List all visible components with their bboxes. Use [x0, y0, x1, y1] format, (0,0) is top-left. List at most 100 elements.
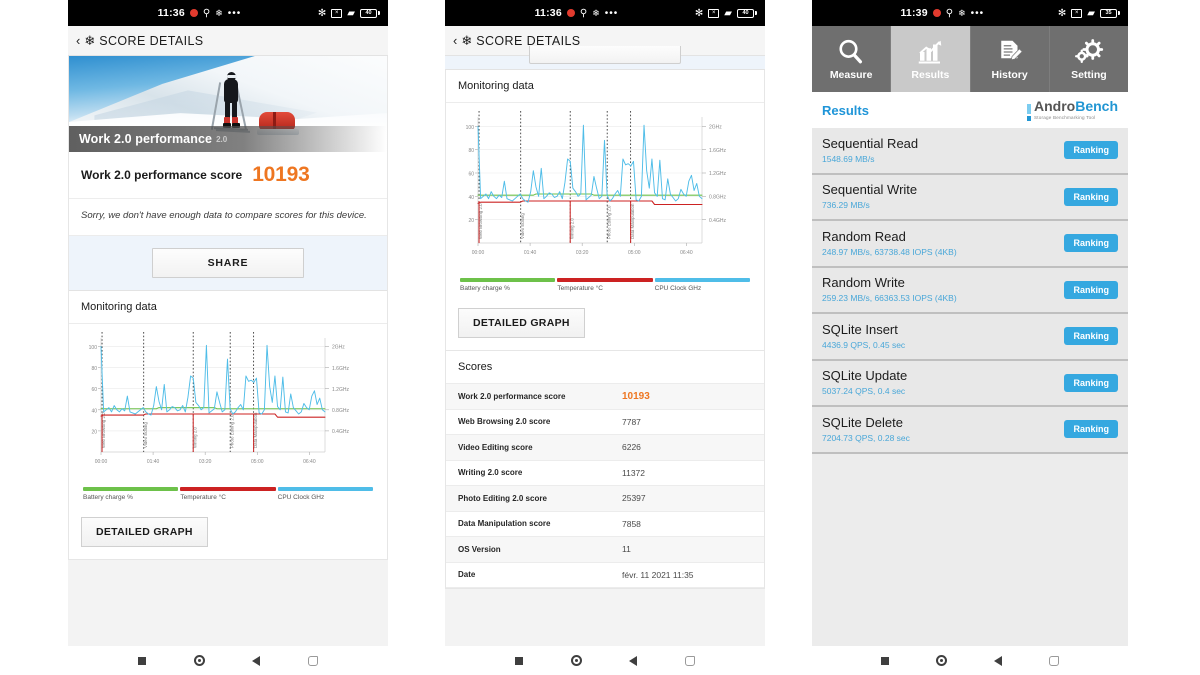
- monitoring-title: Monitoring data: [446, 70, 764, 103]
- score-key: Date: [458, 570, 476, 580]
- back-icon[interactable]: ‹: [76, 34, 80, 47]
- ranking-button[interactable]: Ranking: [1064, 373, 1118, 392]
- table-row: OS Version 11: [446, 537, 764, 563]
- screenshot-square-icon[interactable]: [1049, 655, 1059, 666]
- list-item[interactable]: Random Read 248.97 MB/s, 63738.48 IOPS (4…: [812, 221, 1128, 268]
- home-circle-icon[interactable]: [193, 655, 205, 666]
- svg-text:05:00: 05:00: [251, 459, 264, 465]
- battery-icon: 40: [737, 8, 757, 18]
- list-item[interactable]: Random Write 259.23 MB/s, 66363.53 IOPS (…: [812, 267, 1128, 314]
- hero-card: Work 2.0 performance 2.0 Work 2.0 perfor…: [68, 56, 388, 560]
- logo-text: AndroBench Storage Benchmarking Tool: [1034, 99, 1118, 121]
- home-circle-icon[interactable]: [570, 655, 582, 666]
- screenshot-root: 11:36 ⚲ ❄ ••• ✻ × ▰ 40 ‹ ❄ SCORE DETAILS…: [0, 0, 1200, 675]
- hero-image: Work 2.0 performance 2.0: [69, 56, 387, 152]
- score-key: Web Browsing 2.0 score: [458, 417, 551, 427]
- svg-text:00:00: 00:00: [95, 459, 108, 465]
- magnifier-icon: [839, 39, 863, 64]
- result-detail: 4436.9 QPS, 0.45 sec: [822, 339, 906, 350]
- battery-tip: [1118, 11, 1120, 15]
- result-name: Sequential Read: [822, 135, 919, 151]
- list-item[interactable]: SQLite Update 5037.24 QPS, 0.4 sec Ranking: [812, 360, 1128, 407]
- recents-square-icon[interactable]: [137, 656, 146, 665]
- back-triangle-icon[interactable]: [252, 655, 261, 666]
- ranking-button[interactable]: Ranking: [1064, 280, 1118, 299]
- share-section-partial: [445, 46, 765, 70]
- status-time: 11:39: [900, 7, 928, 19]
- mute-icon: ×: [331, 8, 343, 18]
- legend-item-battery: Battery charge %: [460, 278, 556, 292]
- system-navbar: [68, 646, 388, 675]
- tab-label: Results: [911, 69, 950, 81]
- ranking-button[interactable]: Ranking: [1064, 187, 1118, 206]
- tab-measure[interactable]: Measure: [812, 26, 892, 92]
- result-name: SQLite Insert: [822, 321, 898, 337]
- ranking-button[interactable]: Ranking: [1064, 141, 1118, 160]
- svg-text:2GHz: 2GHz: [709, 125, 722, 131]
- tab-history[interactable]: History: [971, 26, 1050, 92]
- legend-item-cpu: CPU Clock GHz: [277, 486, 373, 501]
- svg-text:20: 20: [91, 429, 97, 435]
- wifi-icon: ▰: [347, 7, 355, 19]
- compare-note: Sorry, we don't have enough data to comp…: [69, 199, 387, 236]
- result-name: Random Write: [822, 275, 905, 291]
- scores-table: Work 2.0 performance score 10193 Web Brows…: [446, 384, 764, 588]
- list-item[interactable]: SQLite Delete 7204.73 QPS, 0.28 sec Rankin…: [812, 407, 1128, 454]
- result-text: Random Write 259.23 MB/s, 66363.53 IOPS (…: [822, 275, 957, 303]
- svg-text:80: 80: [91, 366, 97, 372]
- share-button-partial[interactable]: [529, 46, 681, 64]
- svg-text:40: 40: [468, 195, 474, 201]
- location-icon: ⚲: [579, 7, 588, 19]
- results-header: Results AndroBench Storage Benchmarking …: [812, 92, 1128, 128]
- ranking-button[interactable]: Ranking: [1064, 327, 1118, 346]
- detailed-graph-button[interactable]: DETAILED GRAPH: [81, 516, 208, 547]
- androbench-content: Measure Results History Setting Results …: [812, 26, 1128, 646]
- record-icon: [189, 9, 198, 17]
- screenshot-square-icon[interactable]: [308, 655, 319, 666]
- phone-pcmark-summary: 11:36 ⚲ ❄ ••• ✻ × ▰ 40 ‹ ❄ SCORE DETAILS…: [68, 0, 388, 675]
- list-item[interactable]: SQLite Insert 4436.9 QPS, 0.45 sec Ranking: [812, 314, 1128, 361]
- back-triangle-icon[interactable]: [994, 655, 1002, 666]
- monitoring-chart-svg: 20 40 60 80 100 00:00 01:40 03:20 05:00 06:40 0.4G…: [89, 331, 349, 465]
- back-icon[interactable]: ‹: [453, 34, 457, 47]
- legend-item-battery: Battery charge %: [83, 486, 179, 501]
- result-text: Sequential Read 1548.69 MB/s: [822, 135, 919, 164]
- home-circle-icon[interactable]: [936, 655, 947, 666]
- svg-text:60: 60: [91, 387, 97, 393]
- table-row: Data Manipulation score 7858: [446, 512, 764, 537]
- logo-subtitle: Storage Benchmarking Tool: [1033, 115, 1096, 121]
- result-detail: 1548.69 MB/s: [822, 153, 875, 164]
- list-item[interactable]: Sequential Read 1548.69 MB/s Ranking: [812, 128, 1128, 175]
- monitoring-chart-svg: 20 40 60 80 100 00:00 01:40 03:20 05:00 06:40 0.4G…: [466, 111, 726, 256]
- recents-square-icon[interactable]: [881, 656, 889, 665]
- location-icon: ⚲: [945, 7, 954, 19]
- legend-label: Temperature °C: [180, 493, 226, 501]
- back-triangle-icon[interactable]: [629, 655, 638, 666]
- svg-text:Photo Editing 2.0: Photo Editing 2.0: [606, 205, 611, 239]
- recents-square-icon[interactable]: [514, 656, 523, 665]
- tab-setting[interactable]: Setting: [1050, 26, 1128, 92]
- monitoring-title: Monitoring data: [69, 290, 387, 324]
- svg-text:60: 60: [468, 172, 474, 178]
- skier-figure: [211, 71, 251, 134]
- monitoring-chart[interactable]: 20 40 60 80 100 00:00 01:40 03:20 05:00 06:40 0.4G…: [69, 323, 387, 507]
- bar-chart-icon: [919, 40, 942, 64]
- share-button[interactable]: SHARE: [152, 247, 304, 278]
- result-text: SQLite Delete 7204.73 QPS, 0.28 sec: [822, 414, 910, 443]
- pcmark-content: ‹ ❄ SCORE DETAILS Work 2.0 performance 2…: [68, 26, 388, 646]
- system-navbar: [445, 646, 765, 675]
- svg-text:0.8GHz: 0.8GHz: [709, 195, 726, 201]
- status-left-group: 11:39 ⚲ ❄ •••: [900, 7, 984, 19]
- status-left-group: 11:36 ⚲ ❄ •••: [158, 7, 242, 19]
- detailed-graph-button[interactable]: DETAILED GRAPH: [458, 308, 585, 338]
- more-icon: •••: [227, 7, 242, 19]
- tab-results[interactable]: Results: [891, 26, 971, 92]
- monitoring-chart[interactable]: 20 40 60 80 100 00:00 01:40 03:20 05:00 06:40 0.4G…: [446, 103, 764, 298]
- ranking-button[interactable]: Ranking: [1064, 234, 1118, 253]
- phone2-screen: 11:36 ⚲ ❄ ••• ✻ × ▰ 40 ‹ ❄ SCORE DETAILS…: [445, 0, 765, 646]
- score-key: Writing 2.0 score: [458, 468, 523, 478]
- screenshot-square-icon[interactable]: [685, 655, 696, 666]
- result-name: SQLite Delete: [822, 414, 903, 430]
- ranking-button[interactable]: Ranking: [1064, 420, 1118, 439]
- list-item[interactable]: Sequential Write 736.29 MB/s Ranking: [812, 174, 1128, 221]
